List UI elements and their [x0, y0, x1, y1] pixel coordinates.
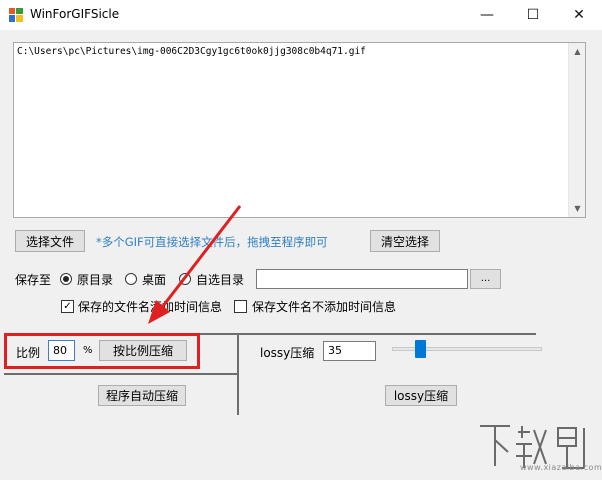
vertical-scrollbar[interactable]: ▲ ▼ — [568, 43, 585, 217]
window-title: WinForGIFSicle — [30, 7, 120, 21]
auto-compress-button[interactable]: 程序自动压缩 — [98, 385, 186, 406]
vertical-divider — [237, 335, 239, 415]
radio-original-dir-label[interactable]: 原目录 — [77, 271, 113, 288]
maximize-button[interactable]: ☐ — [510, 0, 556, 30]
close-icon: ✕ — [573, 7, 585, 23]
lossy-label: lossy压缩 — [260, 346, 315, 360]
highlight-box — [4, 333, 200, 369]
save-to-label: 保存至 — [15, 273, 52, 287]
lossy-slider-thumb[interactable] — [415, 340, 426, 358]
add-time-checkbox[interactable]: ✓ — [61, 300, 74, 313]
custom-path-input[interactable] — [256, 269, 468, 289]
scroll-up-icon[interactable]: ▲ — [569, 43, 586, 60]
lossy-compress-button[interactable]: lossy压缩 — [385, 385, 457, 406]
scroll-down-icon[interactable]: ▼ — [569, 200, 586, 217]
radio-desktop[interactable] — [125, 273, 137, 285]
browse-button[interactable]: ... — [470, 269, 501, 289]
app-icon — [9, 8, 23, 22]
minimize-button[interactable]: — — [464, 0, 510, 30]
maximize-icon: ☐ — [526, 7, 540, 23]
file-list-item[interactable]: C:\Users\pc\Pictures\img-006C2D3Cgy1gc6t… — [17, 46, 366, 57]
file-list[interactable]: C:\Users\pc\Pictures\img-006C2D3Cgy1gc6t… — [13, 42, 586, 218]
left-divider — [4, 373, 237, 375]
watermark-url: www.xiazaiba.com — [520, 463, 602, 472]
radio-original-dir[interactable] — [60, 273, 72, 285]
close-button[interactable]: ✕ — [556, 0, 602, 30]
clear-selection-button[interactable]: 清空选择 — [370, 230, 440, 252]
radio-selected-dot — [63, 276, 69, 282]
lossy-input[interactable]: 35 — [323, 341, 376, 361]
annotation-arrow-icon — [148, 205, 242, 324]
title-bar: WinForGIFSicle — ☐ ✕ — [0, 0, 602, 30]
minimize-icon: — — [480, 7, 494, 23]
select-file-button[interactable]: 选择文件 — [15, 230, 85, 252]
no-time-label[interactable]: 保存文件名不添加时间信息 — [252, 298, 396, 315]
